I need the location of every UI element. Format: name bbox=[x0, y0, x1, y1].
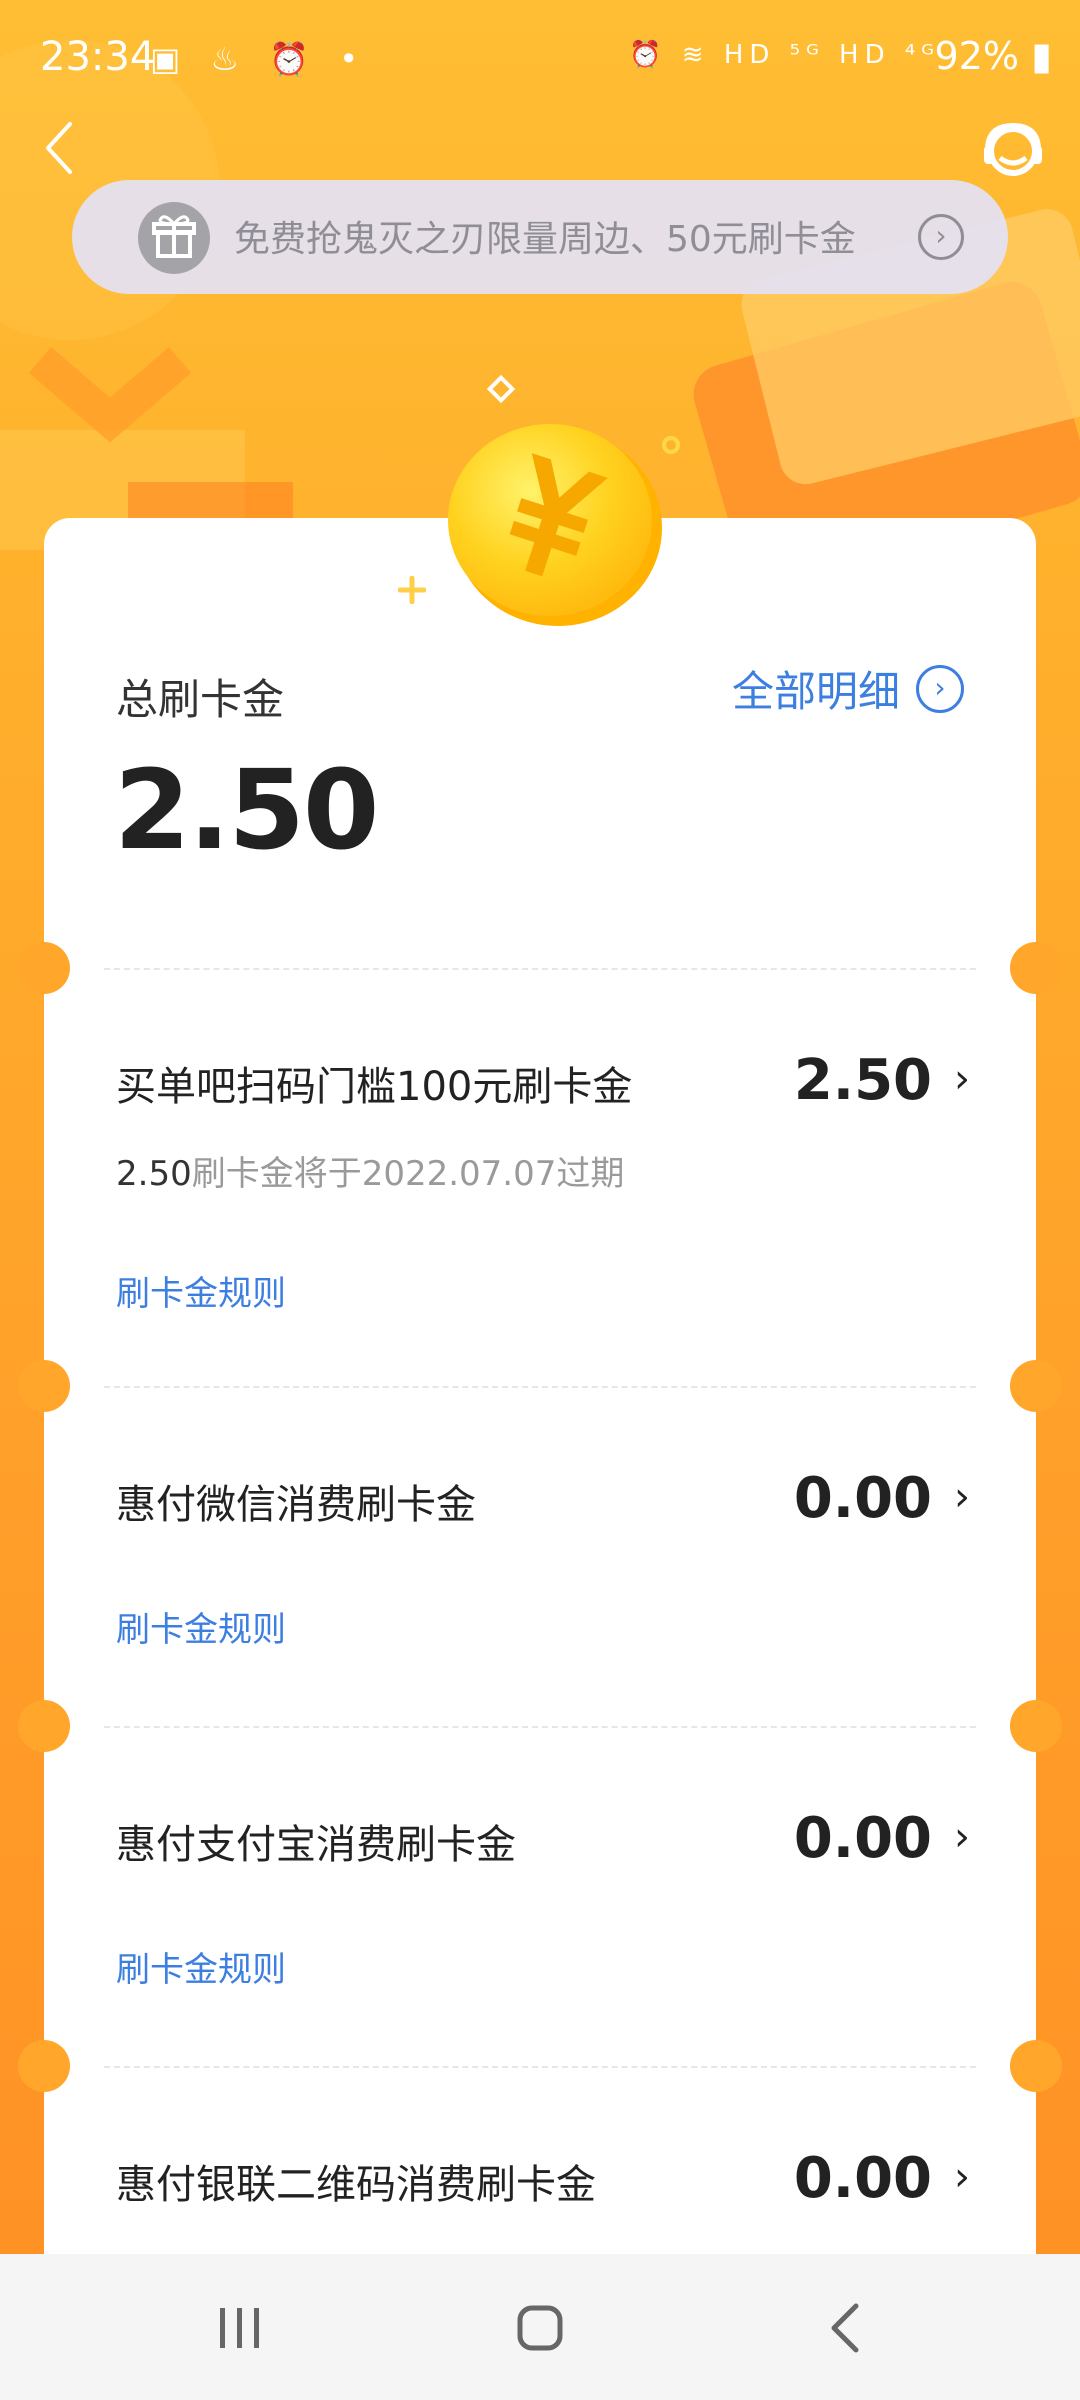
system-icons: ⏰ ≋ HD ⁵ᴳ HD ⁴ᴳ bbox=[629, 40, 940, 70]
all-details-link[interactable]: 全部明细 › bbox=[732, 658, 964, 719]
chevron-right-icon: › bbox=[954, 1056, 970, 1102]
battery-level: 92% ▮ bbox=[935, 34, 1052, 78]
wifi-icon: ≋ bbox=[681, 40, 710, 70]
all-details-label: 全部明细 bbox=[731, 667, 900, 716]
ticket-notch bbox=[1010, 1360, 1062, 1412]
expire-text: 刷卡金将于2022.07.07过期 bbox=[191, 1154, 625, 1194]
card-gold-panel: 总刷卡金 全部明细 › 2.50 买单吧扫码门槛100元刷卡金 2.50 › 2… bbox=[18, 518, 1062, 2254]
alarm-status-icon: ⏰ bbox=[629, 40, 668, 70]
sparkle-icon bbox=[486, 374, 516, 404]
chevron-right-circle-icon: › bbox=[918, 214, 964, 260]
app-notification-icon: ▣ bbox=[150, 40, 191, 78]
signal-labels: HD ⁵ᴳ HD ⁴ᴳ bbox=[723, 40, 940, 70]
gift-icon bbox=[138, 202, 210, 274]
expire-amount: 2.50 bbox=[116, 1154, 192, 1194]
home-button[interactable] bbox=[516, 2304, 564, 2352]
chevron-right-icon: › bbox=[954, 1474, 970, 1520]
notification-icons: ▣ ♨ ⏰ • bbox=[150, 40, 368, 78]
sparkle-icon bbox=[398, 576, 426, 604]
system-back-button[interactable] bbox=[826, 2302, 866, 2354]
status-time: 23:34 bbox=[40, 34, 156, 80]
item-expire: 2.50刷卡金将于2022.07.07过期 bbox=[116, 1146, 624, 1195]
back-button[interactable] bbox=[40, 118, 80, 178]
battery-icon: ▮ bbox=[1031, 34, 1052, 78]
battery-text: 92% bbox=[934, 34, 1019, 78]
rules-link[interactable]: 刷卡金规则 bbox=[116, 1602, 286, 1651]
item-amount: 0.00 bbox=[793, 1806, 932, 1871]
item-title: 惠付微信消费刷卡金 bbox=[116, 1482, 476, 1528]
status-bar: 23:34 ▣ ♨ ⏰ • ⏰ ≋ HD ⁵ᴳ HD ⁴ᴳ 92% ▮ bbox=[0, 0, 1080, 120]
alarm-icon: ⏰ bbox=[269, 40, 320, 78]
ticket-notch bbox=[1010, 942, 1062, 994]
ticket-notch bbox=[1010, 1700, 1062, 1752]
item-title: 惠付支付宝消费刷卡金 bbox=[116, 1822, 516, 1868]
promo-banner[interactable]: 免费抢鬼灭之刃限量周边、50元刷卡金 › bbox=[72, 180, 1008, 294]
total-value: 2.50 bbox=[114, 746, 379, 874]
ticket-notch bbox=[18, 2040, 70, 2092]
ticket-notch bbox=[1010, 2040, 1062, 2092]
recent-apps-button[interactable] bbox=[216, 2304, 264, 2352]
chevron-right-icon: › bbox=[954, 1814, 970, 1860]
coin-icon bbox=[448, 424, 662, 626]
item-amount: 2.50 bbox=[793, 1048, 932, 1113]
total-label: 总刷卡金 bbox=[116, 675, 285, 724]
chevron-right-icon: › bbox=[954, 2154, 970, 2200]
alert-icon: ♨ bbox=[210, 40, 250, 78]
sparkle-icon bbox=[662, 436, 680, 454]
system-navigation-bar bbox=[0, 2254, 1080, 2400]
item-title: 买单吧扫码门槛100元刷卡金 bbox=[116, 1064, 633, 1110]
divider bbox=[104, 1386, 976, 1388]
divider bbox=[104, 1726, 976, 1728]
ticket-notch bbox=[18, 1360, 70, 1412]
chevron-right-circle-icon: › bbox=[916, 664, 964, 713]
item-amount: 0.00 bbox=[793, 1466, 932, 1531]
dot-icon: • bbox=[339, 40, 369, 78]
customer-service-icon[interactable] bbox=[980, 118, 1046, 184]
rules-link[interactable]: 刷卡金规则 bbox=[116, 1942, 286, 1991]
promo-text: 免费抢鬼灭之刃限量周边、50元刷卡金 bbox=[234, 219, 856, 260]
rules-link[interactable]: 刷卡金规则 bbox=[116, 1266, 286, 1315]
divider bbox=[104, 2066, 976, 2068]
ticket-notch bbox=[18, 942, 70, 994]
item-title: 惠付银联二维码消费刷卡金 bbox=[116, 2162, 596, 2208]
divider bbox=[104, 968, 976, 970]
ticket-notch bbox=[18, 1700, 70, 1752]
item-amount: 0.00 bbox=[793, 2146, 932, 2211]
